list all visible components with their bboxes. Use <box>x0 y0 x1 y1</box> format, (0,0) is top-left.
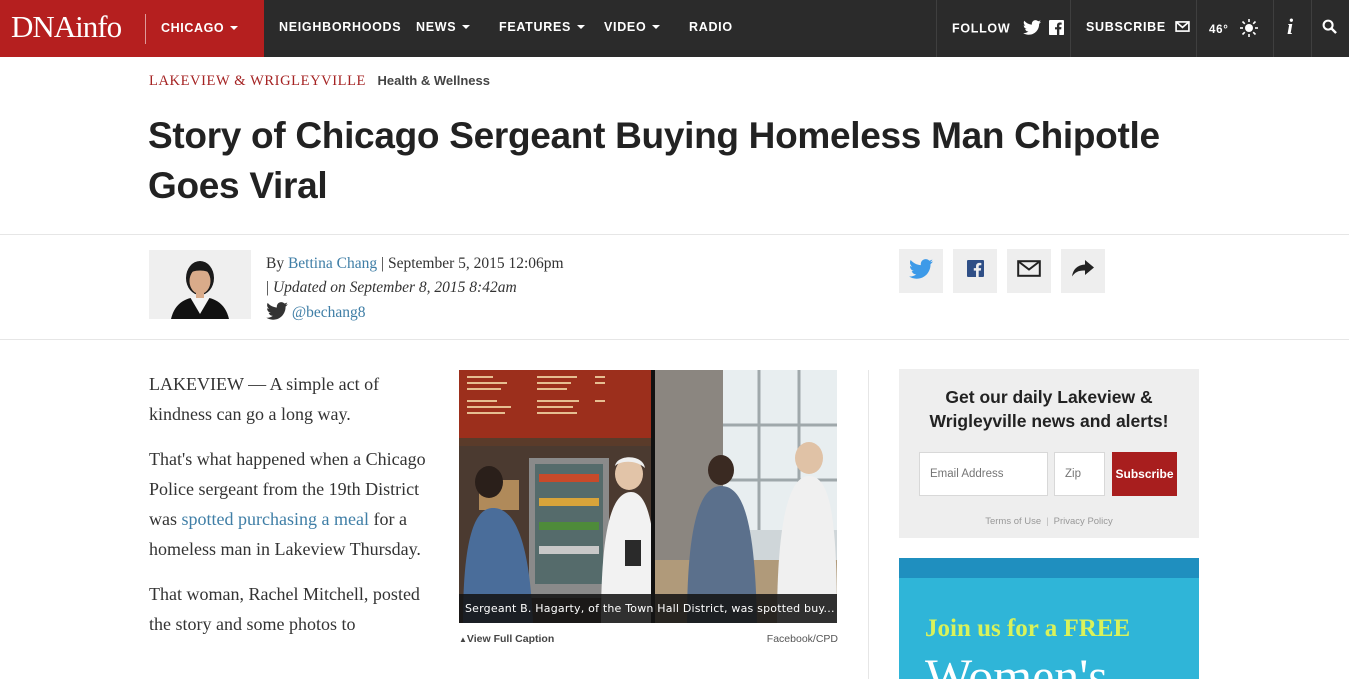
twitter-icon <box>266 302 288 325</box>
subscribe-button[interactable]: Subscribe <box>1112 452 1177 496</box>
chevron-down-icon <box>652 24 661 29</box>
top-navigation-bar: DNAinfo CHICAGO NEIGHBORHOODS NEWS FEATU… <box>0 0 1349 57</box>
nav-divider <box>1273 0 1274 57</box>
byline-by: By <box>266 255 285 272</box>
signup-title: Get our daily Lakeview & Wrigleyville ne… <box>929 387 1169 431</box>
promo-banner-header <box>899 558 1199 578</box>
facebook-icon[interactable] <box>1048 20 1064 38</box>
follow-label: FOLLOW <box>952 21 1011 36</box>
nav-divider <box>1311 0 1312 57</box>
nav-label: FEATURES <box>499 20 572 34</box>
author-link[interactable]: Bettina Chang <box>288 255 377 272</box>
zip-field[interactable] <box>1054 452 1105 496</box>
nav-divider <box>1196 0 1197 57</box>
byline-line-2: | Updated on September 8, 2015 8:42am <box>266 279 517 296</box>
author-twitter-link[interactable]: @bechang8 <box>266 302 366 325</box>
email-field[interactable] <box>919 452 1048 496</box>
page-title: Story of Chicago Sergeant Buying Homeles… <box>148 115 1160 206</box>
info-icon[interactable]: i <box>1287 14 1294 40</box>
city-selector[interactable]: CHICAGO <box>161 21 239 35</box>
promo-banner[interactable]: Join us for a FREE Women's <box>899 558 1199 679</box>
nav-item-neighborhoods[interactable]: NEIGHBORHOODS <box>279 20 401 34</box>
twitter-icon[interactable] <box>1022 20 1041 38</box>
nav-label: VIDEO <box>604 20 647 34</box>
facebook-icon <box>966 260 984 282</box>
byline: By Bettina Chang | September 5, 2015 12:… <box>266 252 564 300</box>
share-more-button[interactable] <box>1061 249 1105 293</box>
subscribe-label: SUBSCRIBE <box>1086 20 1166 34</box>
updated-date: Updated on September 8, 2015 8:42am <box>272 279 517 296</box>
sun-icon <box>1238 19 1260 40</box>
breadcrumb-neighborhood[interactable]: LAKEVIEW & WRIGLEYVILLE <box>149 73 366 89</box>
photo-image <box>459 370 837 623</box>
paragraph: That's what happened when a Chicago Poli… <box>149 444 441 564</box>
newsletter-signup: Get our daily Lakeview & Wrigleyville ne… <box>899 369 1199 538</box>
paragraph: That woman, Rachel Mitchell, posted the … <box>149 584 420 634</box>
nav-label: RADIO <box>689 20 733 34</box>
nav-item-radio[interactable]: RADIO <box>689 20 733 34</box>
nav-item-features[interactable]: FEATURES <box>499 20 586 34</box>
nav-label: NEIGHBORHOODS <box>279 20 402 34</box>
divider <box>0 339 1349 340</box>
column-divider <box>868 370 869 679</box>
brand-divider <box>145 14 146 44</box>
view-caption-label: View Full Caption <box>466 633 555 645</box>
paragraph: LAKEVIEW — A simple act of kindness can … <box>149 374 380 424</box>
chevron-down-icon <box>577 24 586 29</box>
mail-icon <box>1017 260 1041 282</box>
breadcrumb-category[interactable]: Health & Wellness <box>377 73 489 88</box>
nav-item-video[interactable]: VIDEO <box>604 20 661 34</box>
nav-divider <box>936 0 937 57</box>
chevron-down-icon <box>230 25 239 30</box>
share-twitter-button[interactable] <box>899 249 943 293</box>
weather-temperature: 46° <box>1209 23 1229 36</box>
terms-link[interactable]: Terms of Use <box>985 516 1041 527</box>
nav-label: NEWS <box>416 20 457 34</box>
legal-separator: | <box>1046 516 1049 527</box>
photo-credit: Facebook/CPD <box>766 633 838 645</box>
twitter-icon <box>909 258 933 284</box>
caret-up-icon: ▲ <box>459 635 467 644</box>
mail-icon <box>1175 20 1190 35</box>
weather-widget[interactable]: 46° <box>1209 19 1260 40</box>
search-icon[interactable] <box>1322 19 1337 37</box>
article-inline-link[interactable]: spotted purchasing a meal <box>182 509 369 529</box>
article-body: LAKEVIEW — A simple act of kindness can … <box>149 369 441 654</box>
subscribe-nav-button[interactable]: SUBSCRIBE <box>1086 20 1190 35</box>
privacy-link[interactable]: Privacy Policy <box>1054 516 1113 527</box>
promo-headline: Join us for a FREE <box>925 615 1131 642</box>
chevron-down-icon <box>462 24 471 29</box>
breadcrumb: LAKEVIEW & WRIGLEYVILLE Health & Wellnes… <box>149 72 490 90</box>
divider <box>0 234 1349 235</box>
author-avatar[interactable] <box>149 250 251 319</box>
nav-divider <box>1070 0 1071 57</box>
share-arrow-icon <box>1072 260 1094 282</box>
legal-links: Terms of Use | Privacy Policy <box>899 516 1199 527</box>
share-email-button[interactable] <box>1007 249 1051 293</box>
share-facebook-button[interactable] <box>953 249 997 293</box>
twitter-handle: @bechang8 <box>291 304 366 322</box>
city-label: CHICAGO <box>161 21 225 35</box>
article-photo[interactable]: Sergeant B. Hagarty, of the Town Hall Di… <box>459 370 837 623</box>
promo-subheadline: Women's <box>925 648 1108 679</box>
publish-date: September 5, 2015 12:06pm <box>387 255 564 272</box>
site-logo[interactable]: DNAinfo <box>11 9 122 45</box>
photo-caption: Sergeant B. Hagarty, of the Town Hall Di… <box>459 594 837 623</box>
nav-item-news[interactable]: NEWS <box>416 20 471 34</box>
byline-line-1: By Bettina Chang | September 5, 2015 12:… <box>266 255 564 272</box>
brand-block: DNAinfo CHICAGO <box>0 0 264 57</box>
view-full-caption-link[interactable]: ▲View Full Caption <box>459 633 554 645</box>
follow-group: FOLLOW <box>952 20 1064 38</box>
